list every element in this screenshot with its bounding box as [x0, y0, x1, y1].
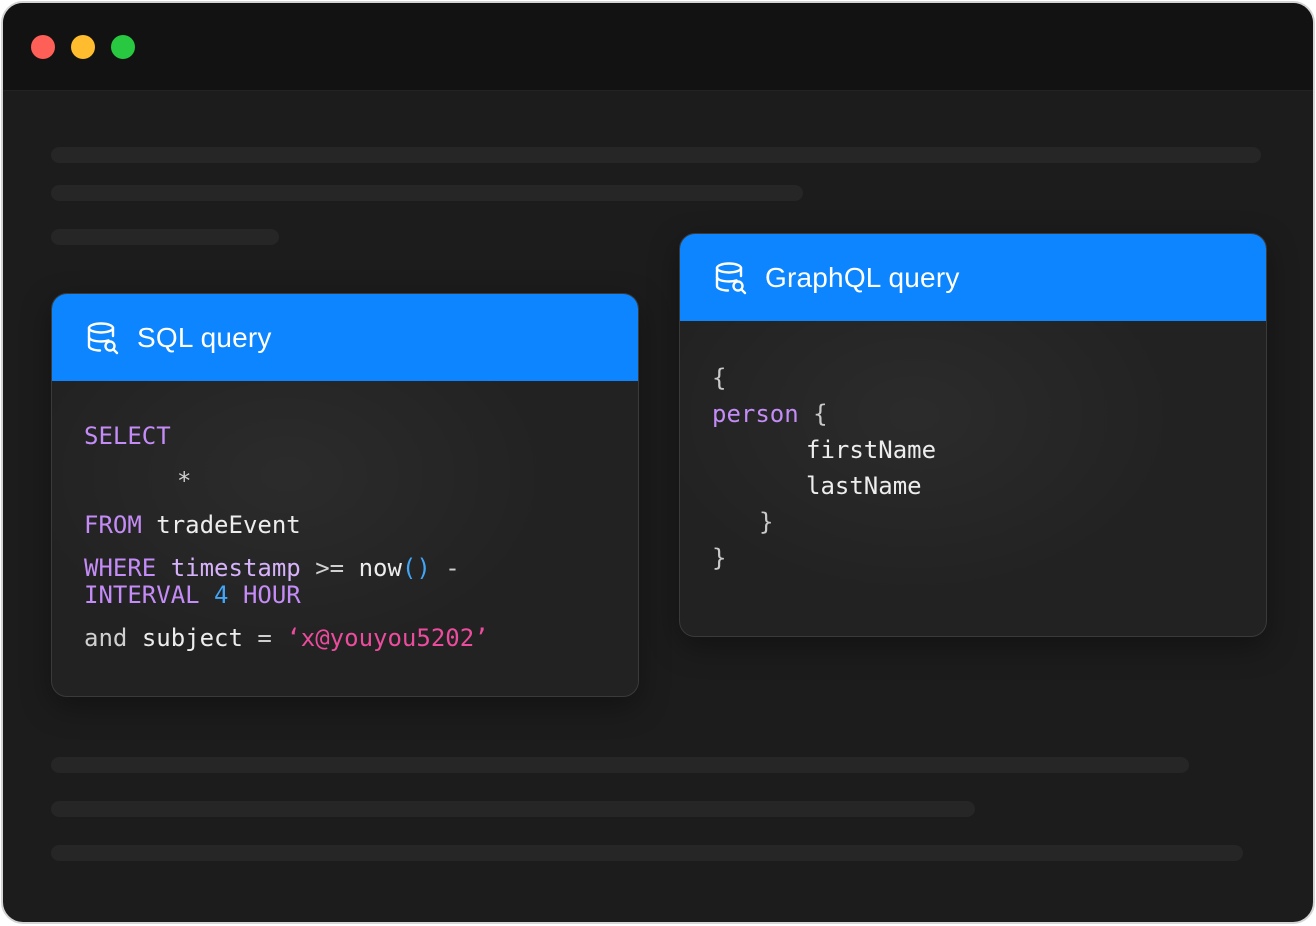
sql-keyword: SELECT [84, 422, 171, 450]
graphql-query-card: GraphQL query { person { firstName lastN… [679, 233, 1267, 637]
sql-equals: = [257, 624, 272, 652]
graphql-line-lastname: lastName [806, 472, 922, 500]
sql-keyword: HOUR [242, 581, 301, 609]
graphql-brace: } [712, 544, 727, 572]
sql-table-name: tradeEvent [156, 511, 301, 539]
title-bar [3, 3, 1313, 91]
graphql-field-firstname: firstName [806, 436, 937, 464]
placeholder-line [51, 147, 1261, 163]
sql-column-subject: subject [141, 624, 243, 652]
sql-keyword: FROM [84, 511, 142, 539]
graphql-field-person: person [712, 400, 799, 428]
close-window-button[interactable] [31, 35, 55, 59]
sql-parens: () [401, 554, 431, 582]
graphql-card-header: GraphQL query [680, 234, 1266, 321]
sql-line-interval: INTERVAL 4 HOUR [84, 581, 301, 609]
graphql-line-firstname: firstName [806, 436, 936, 464]
sql-star: * [177, 467, 192, 495]
zoom-window-button[interactable] [111, 35, 135, 59]
sql-keyword: INTERVAL [84, 581, 200, 609]
graphql-brace: { [813, 400, 828, 428]
database-search-icon [715, 261, 747, 294]
graphql-line-person: person { [712, 400, 828, 428]
graphql-code-block: { person { firstName lastName } } [712, 364, 1252, 584]
sql-line-and: and subject = ‘x@youyou5202’ [84, 624, 489, 652]
graphql-line-inner-close: } [759, 508, 773, 536]
sql-column: timestamp [170, 554, 301, 582]
graphql-brace: { [712, 364, 727, 392]
graphql-line-close: } [712, 544, 726, 572]
database-search-icon [87, 321, 119, 354]
graphql-field-lastname: lastName [806, 472, 922, 500]
app-window: SQL query SELECT * FROM tradeEvent WHERE… [1, 1, 1315, 924]
placeholder-line [51, 801, 975, 817]
sql-line-from: FROM tradeEvent [84, 511, 301, 539]
graphql-line-open: { [712, 364, 726, 392]
placeholder-line [51, 185, 803, 201]
placeholder-line [51, 229, 279, 245]
sql-line-star: * [177, 467, 191, 495]
sql-keyword: WHERE [84, 554, 157, 582]
sql-line-select: SELECT [84, 422, 171, 450]
sql-query-card: SQL query SELECT * FROM tradeEvent WHERE… [51, 293, 639, 697]
placeholder-line [51, 845, 1243, 861]
graphql-card-title: GraphQL query [765, 261, 960, 293]
sql-line-where: WHERE timestamp >= now() - [84, 554, 460, 582]
sql-function: now [358, 554, 402, 582]
sql-number: 4 [214, 581, 229, 609]
sql-minus: - [445, 554, 460, 582]
sql-keyword-and: and [84, 624, 128, 652]
sql-operator: >= [315, 554, 345, 582]
placeholder-line [51, 757, 1189, 773]
sql-card-title: SQL query [137, 321, 272, 353]
minimize-window-button[interactable] [71, 35, 95, 59]
sql-string-value: ‘x@youyou5202’ [286, 624, 489, 652]
sql-code-block: SELECT * FROM tradeEvent WHERE timestamp… [84, 422, 624, 662]
sql-card-header: SQL query [52, 294, 638, 381]
graphql-brace: } [759, 508, 774, 536]
